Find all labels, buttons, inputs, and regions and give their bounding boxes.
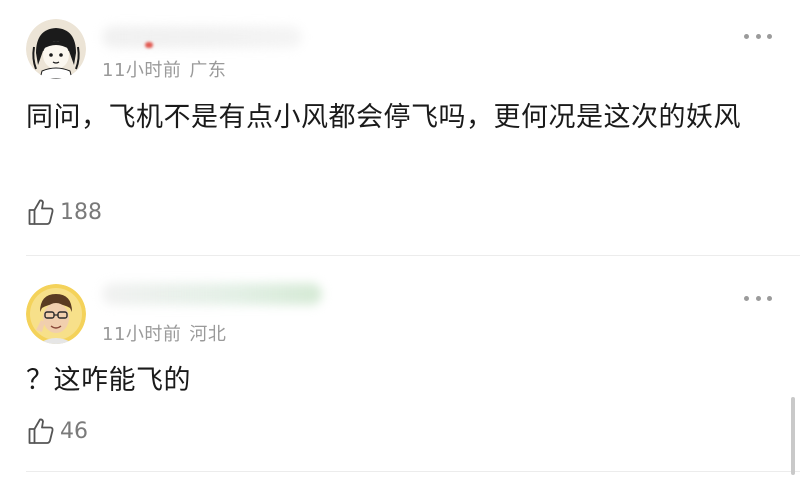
comment-text: 同问，飞机不是有点小风都会停飞吗，更何况是这次的妖风	[26, 102, 741, 133]
divider	[26, 255, 800, 256]
comment-meta: 11小时前 河北	[102, 320, 226, 346]
avatar[interactable]	[26, 284, 86, 344]
comment-item: 11小时前 河北 ？这咋能飞的 46	[0, 257, 800, 473]
thumbs-up-icon	[28, 199, 54, 225]
comment-item: 11小时前 广东 同问，飞机不是有点小风都会停飞吗，更何况是这次的妖风 188	[0, 0, 800, 256]
username-redacted-mark	[145, 42, 153, 48]
scrollbar[interactable]	[791, 397, 795, 475]
more-icon-dot	[755, 295, 761, 301]
comment-meta: 11小时前 广东	[102, 56, 226, 82]
username-redacted	[102, 26, 302, 48]
more-icon[interactable]	[744, 293, 772, 303]
divider	[26, 471, 800, 472]
thumbs-up-icon	[28, 418, 54, 444]
more-icon-dot	[744, 33, 749, 39]
more-icon-dot	[767, 295, 772, 301]
comment-time: 11小时前	[102, 324, 182, 345]
comment-text: ？这咋能飞的	[26, 365, 191, 396]
more-icon[interactable]	[744, 31, 772, 41]
comment-location: 河北	[189, 324, 227, 345]
like-button[interactable]: 46	[26, 416, 88, 446]
like-count: 188	[60, 199, 102, 225]
more-icon-dot	[755, 33, 761, 39]
like-count: 46	[60, 418, 88, 444]
more-icon-dot	[744, 295, 749, 301]
username-redacted	[102, 283, 322, 305]
like-button[interactable]: 188	[26, 197, 102, 227]
comment-location: 广东	[189, 60, 227, 81]
avatar[interactable]	[26, 19, 86, 79]
more-icon-dot	[767, 33, 772, 39]
comment-time: 11小时前	[102, 60, 182, 81]
